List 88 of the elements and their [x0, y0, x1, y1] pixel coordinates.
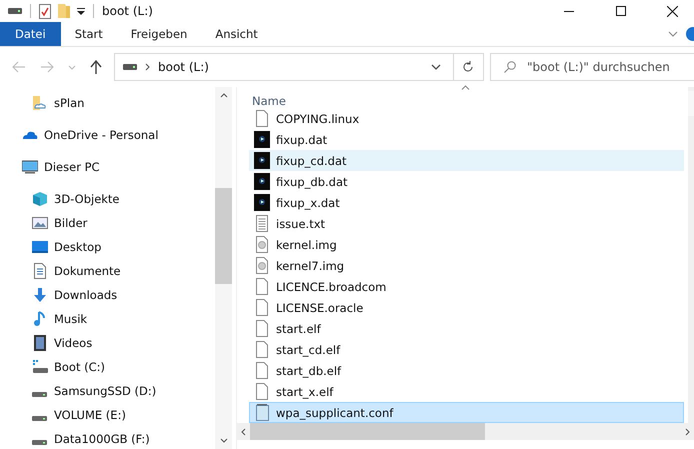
- address-field[interactable]: boot (L:): [114, 53, 484, 81]
- drive-icon: [32, 359, 48, 375]
- ribbon-tab[interactable]: Ansicht: [201, 22, 272, 46]
- file-row[interactable]: start_x.elf: [249, 381, 684, 402]
- file-row[interactable]: fixup.dat: [249, 129, 684, 150]
- horizontal-scrollbar[interactable]: [237, 423, 694, 440]
- properties-icon[interactable]: [39, 4, 51, 18]
- sidebar-item[interactable]: Dieser PC: [0, 155, 215, 179]
- file-icon: [254, 299, 270, 316]
- sidebar-item[interactable]: VOLUME (E:): [0, 403, 215, 427]
- up-icon[interactable]: [90, 60, 102, 74]
- expand-ribbon-icon[interactable]: [668, 31, 678, 37]
- monitor-icon: [22, 159, 38, 175]
- ribbon-tab[interactable]: Freigeben: [116, 22, 202, 46]
- file-row[interactable]: COPYING.linux: [249, 108, 684, 129]
- file-row[interactable]: issue.txt: [249, 213, 684, 234]
- sidebar-item[interactable]: Downloads: [0, 283, 215, 307]
- sort-caret-icon: [461, 85, 470, 90]
- file-row[interactable]: LICENCE.broadcom: [249, 276, 684, 297]
- search-field[interactable]: "boot (L:)" durchsuchen: [490, 53, 694, 81]
- path-segment[interactable]: boot (L:): [158, 60, 209, 74]
- file-row[interactable]: kernel7.img: [249, 255, 684, 276]
- scroll-up-icon[interactable]: [220, 93, 228, 98]
- film-icon: [32, 335, 48, 351]
- desktop-icon: [32, 239, 48, 255]
- scrollbar-thumb[interactable]: [250, 423, 485, 440]
- file-row[interactable]: fixup_x.dat: [249, 192, 684, 213]
- file-icon: [254, 110, 270, 127]
- disc-file-icon: [254, 236, 270, 253]
- sidebar-item[interactable]: sPlan: [0, 91, 215, 115]
- minimize-icon: [564, 10, 574, 12]
- media-file-icon: [254, 131, 270, 148]
- sidebar-item[interactable]: Videos: [0, 331, 215, 355]
- scroll-left-icon[interactable]: [241, 428, 246, 436]
- file-icon: [254, 362, 270, 379]
- file-row[interactable]: start.elf: [249, 318, 684, 339]
- download-icon: [32, 287, 48, 303]
- media-file-icon: [254, 173, 270, 190]
- drive-icon[interactable]: [8, 7, 22, 15]
- sidebar-item[interactable]: Bilder: [0, 211, 215, 235]
- dropdown-icon[interactable]: [431, 64, 441, 70]
- document-icon: [32, 263, 48, 279]
- file-icon: [254, 341, 270, 358]
- file-icon: [254, 383, 270, 400]
- drive-icon: [32, 416, 47, 421]
- sidebar-item[interactable]: Desktop: [0, 235, 215, 259]
- sidebar-item[interactable]: OneDrive - Personal: [0, 123, 215, 147]
- disc-file-icon: [254, 257, 270, 274]
- window-title: boot (L:): [102, 4, 153, 18]
- refresh-icon[interactable]: [462, 61, 474, 73]
- picture-icon: [32, 215, 48, 231]
- scroll-down-icon[interactable]: [220, 438, 228, 443]
- maximize-icon: [616, 6, 626, 16]
- column-header[interactable]: Name: [249, 94, 286, 108]
- scrollbar[interactable]: [215, 87, 232, 449]
- cloud-folder-icon: [32, 95, 48, 111]
- file-row[interactable]: start_db.elf: [249, 360, 684, 381]
- file-row[interactable]: fixup_cd.dat: [249, 150, 684, 171]
- sidebar-item[interactable]: Dokumente: [0, 259, 215, 283]
- music-note-icon: [32, 311, 48, 327]
- file-row[interactable]: wpa_supplicant.conf: [249, 402, 684, 423]
- drive-icon: [32, 440, 47, 445]
- sidebar-item[interactable]: 3D-Objekte: [0, 187, 215, 211]
- scroll-right-icon[interactable]: [685, 428, 690, 436]
- sidebar-item[interactable]: SamsungSSD (D:): [0, 379, 215, 403]
- file-row[interactable]: start_cd.elf: [249, 339, 684, 360]
- sidebar-item[interactable]: Data1000GB (F:): [0, 427, 215, 449]
- notepad-file-icon: [254, 404, 270, 421]
- scrollbar-thumb[interactable]: [215, 188, 232, 284]
- text-file-icon: [254, 215, 270, 232]
- file-row[interactable]: LICENSE.oracle: [249, 297, 684, 318]
- ribbon-tab[interactable]: Datei: [0, 22, 61, 46]
- chevron-icon[interactable]: [145, 63, 150, 71]
- media-file-icon: [254, 152, 270, 169]
- file-icon: [254, 278, 270, 295]
- file-row[interactable]: kernel.img: [249, 234, 684, 255]
- cube-icon: [32, 191, 48, 207]
- drive-icon: [32, 392, 47, 397]
- dropdown-icon[interactable]: [77, 8, 85, 14]
- file-row[interactable]: fixup_db.dat: [249, 171, 684, 192]
- sidebar-item[interactable]: Boot (C:): [0, 355, 215, 379]
- sidebar-item[interactable]: Musik: [0, 307, 215, 331]
- file-icon: [254, 320, 270, 337]
- media-file-icon: [254, 194, 270, 211]
- ribbon-tab[interactable]: Start: [60, 22, 117, 46]
- drive-icon: [123, 63, 137, 71]
- search-icon: [504, 61, 516, 73]
- close-icon: [666, 6, 678, 16]
